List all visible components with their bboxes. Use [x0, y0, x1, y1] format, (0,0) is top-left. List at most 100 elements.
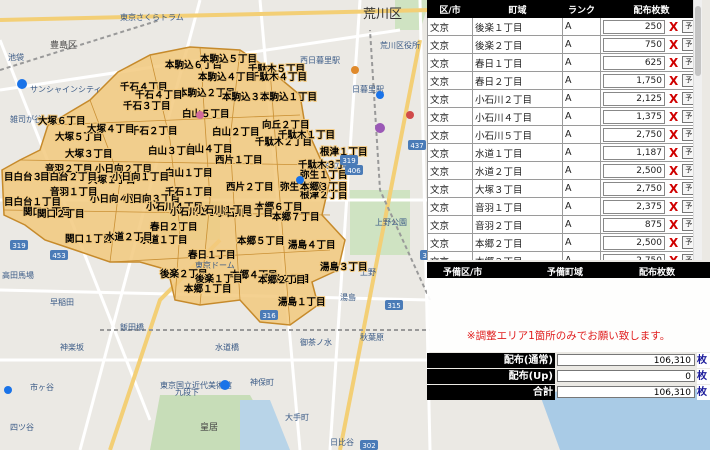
svg-text:437: 437	[410, 142, 423, 150]
poi-pin-icon	[4, 386, 12, 394]
cell-town: 小石川２丁目	[472, 89, 563, 108]
region-label: 千石３丁目	[123, 100, 171, 112]
notice-area: ※調整エリア1箇所のみでお願い致します。	[427, 278, 710, 352]
cell-count: 2,375 X 予	[600, 197, 702, 216]
cell-rank: A	[562, 197, 601, 216]
region-label: 千石４丁目	[135, 89, 183, 101]
count-input[interactable]: 2,750	[603, 181, 665, 196]
area-table-header: 区/市 町域 ランク 配布枚数	[427, 0, 702, 18]
poi-pin-icon	[220, 380, 230, 390]
delete-row-icon[interactable]: X	[669, 236, 678, 250]
cell-town: 春日１丁目	[472, 53, 563, 72]
svg-text:316: 316	[262, 312, 276, 320]
delete-row-icon[interactable]: X	[669, 164, 678, 178]
total-row-normal: 配布(通常) 106,310 枚	[427, 353, 710, 368]
cell-count: 2,125 X 予	[600, 89, 702, 108]
delete-row-icon[interactable]: X	[669, 218, 678, 232]
count-input[interactable]: 2,500	[603, 235, 665, 250]
delete-row-icon[interactable]: X	[669, 56, 678, 70]
map-label-ochanomizu: 御茶ノ水	[300, 337, 332, 347]
count-input[interactable]: 2,750	[603, 253, 665, 260]
col-header-rank: ランク	[562, 0, 601, 18]
road-number-shield: 319	[10, 240, 28, 250]
region-label: 本郷３丁目	[300, 181, 348, 193]
delete-row-icon[interactable]: X	[669, 20, 678, 34]
cell-ward: 文京	[427, 53, 473, 72]
cell-ward: 文京	[427, 107, 473, 126]
cell-count: 2,500 X 予	[600, 161, 702, 180]
scrollbar-thumb[interactable]	[695, 6, 701, 76]
delete-row-icon[interactable]: X	[669, 254, 678, 261]
total-label-up: 配布(Up)	[427, 369, 555, 384]
cell-ward: 文京	[427, 17, 473, 36]
distribution-panel: 区/市 町域 ランク 配布枚数 文京 後楽１丁目 A 250 X 予文京 後楽２丁目 A 750…	[427, 0, 710, 450]
cell-rank: A	[562, 89, 601, 108]
svg-text:319: 319	[342, 157, 355, 165]
count-input[interactable]: 2,375	[603, 199, 665, 214]
count-input[interactable]: 750	[603, 37, 665, 52]
cell-count: 2,500 X 予	[600, 233, 702, 252]
col-header-count: 配布枚数	[600, 0, 702, 18]
cell-ward: 文京	[427, 125, 473, 144]
count-input[interactable]: 2,500	[603, 163, 665, 178]
map-label-toshima: 豊島区	[50, 39, 77, 51]
table-scrollbar[interactable]	[693, 0, 702, 260]
table-row: 文京 春日２丁目 A 1,750 X 予	[427, 71, 702, 90]
delete-row-icon[interactable]: X	[669, 110, 678, 124]
delete-row-icon[interactable]: X	[669, 128, 678, 142]
count-input[interactable]: 1,375	[603, 109, 665, 124]
count-input[interactable]: 250	[603, 19, 665, 34]
cell-town: 春日２丁目	[472, 71, 563, 90]
region-label: 西片２丁目	[226, 181, 274, 193]
delete-row-icon[interactable]: X	[669, 74, 678, 88]
cell-count: 1,750 X 予	[600, 71, 702, 90]
table-row: 文京 小石川５丁目 A 2,750 X 予	[427, 125, 702, 144]
delete-row-icon[interactable]: X	[669, 146, 678, 160]
map-label-arakawa-ward: 荒川区	[363, 7, 402, 22]
count-input[interactable]: 625	[603, 55, 665, 70]
region-label: 千石２丁目	[130, 125, 178, 137]
total-value-normal: 106,310	[557, 354, 695, 366]
map-label-takadanobaba: 高田馬場	[2, 270, 34, 280]
totals-block: 配布(通常) 106,310 枚 配布(Up) 0 枚 合計 106,310 枚	[427, 353, 710, 400]
cell-count: 625 X 予	[600, 53, 702, 72]
count-input[interactable]: 1,187	[603, 145, 665, 160]
cell-rank: A	[562, 215, 601, 234]
table-row: 文京 大塚３丁目 A 2,750 X 予	[427, 179, 702, 198]
delete-row-icon[interactable]: X	[669, 182, 678, 196]
cell-ward: 文京	[427, 143, 473, 162]
delete-row-icon[interactable]: X	[669, 200, 678, 214]
map-label-yotsuya: 四ツ谷	[10, 423, 34, 432]
cell-town: 水道２丁目	[472, 161, 563, 180]
table-row: 文京 小石川４丁目 A 1,375 X 予	[427, 107, 702, 126]
cell-rank: A	[562, 233, 601, 252]
cell-ward: 文京	[427, 251, 473, 260]
table-row: 文京本郷３丁目A2,750X予	[427, 251, 702, 261]
total-unit-sum: 枚	[697, 385, 710, 400]
count-input[interactable]: 875	[603, 217, 665, 232]
region-label: 弥生１丁目	[300, 169, 348, 181]
delete-row-icon[interactable]: X	[669, 92, 678, 106]
region-label: 目白台２丁目	[40, 171, 97, 183]
col-header-ward: 区/市	[427, 0, 473, 18]
count-input[interactable]: 2,125	[603, 91, 665, 106]
total-value-sum: 106,310	[557, 386, 695, 398]
region-label: 千駄木４丁目	[250, 71, 307, 83]
region-label: 本郷７丁目	[272, 211, 320, 223]
reserve-col-town: 予備町域	[547, 268, 584, 278]
cell-rank: A	[562, 53, 601, 72]
delete-row-icon[interactable]: X	[669, 38, 678, 52]
road-number-shield: 453	[50, 250, 68, 260]
region-label: 小石川１丁目	[194, 204, 252, 216]
svg-text:453: 453	[52, 252, 65, 260]
cell-rank: A	[562, 161, 601, 180]
road-number-shield: 406	[345, 165, 363, 175]
reserve-header: 予備区/市 予備町域 配布枚数	[427, 262, 710, 278]
count-input[interactable]: 2,750	[603, 127, 665, 142]
region-label: 水道２丁目	[105, 231, 153, 243]
poi-pin-icon	[375, 123, 385, 133]
count-input[interactable]: 1,750	[603, 73, 665, 88]
map-label-akihabara: 秋葉原	[360, 332, 384, 342]
map-label-kagurazaka: 神楽坂	[60, 342, 84, 352]
cell-town: 水道１丁目	[472, 143, 563, 162]
